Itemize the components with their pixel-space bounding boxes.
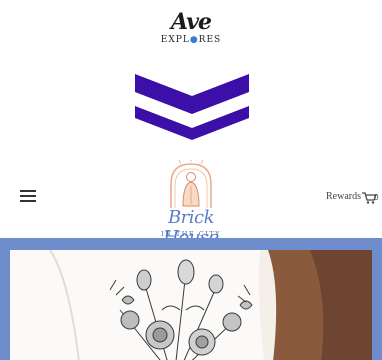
explores-wordmark: EXPL●RES — [160, 35, 222, 45]
floral-tshirt-illustration — [10, 250, 372, 360]
hero-banner — [0, 240, 382, 360]
ave-logo-script: Ave — [171, 9, 212, 35]
brick-house-subtitle: IN THE CITY — [161, 230, 221, 238]
double-chevron-down-icon[interactable] — [135, 74, 249, 140]
hero-product-image[interactable] — [10, 250, 372, 360]
madonna-arch-icon — [170, 160, 212, 208]
site-header: Brick House IN THE CITY Rewards 0 — [0, 152, 382, 248]
globe-dot-icon: ● — [189, 35, 199, 45]
ave-explores-logo[interactable]: Ave EXPL●RES — [0, 10, 382, 54]
brick-house-logo[interactable]: Brick House IN THE CITY — [141, 160, 241, 248]
rewards-link[interactable]: Rewards — [326, 191, 361, 202]
cart-count[interactable]: 0 — [374, 193, 378, 202]
hamburger-menu-icon[interactable] — [20, 190, 36, 202]
